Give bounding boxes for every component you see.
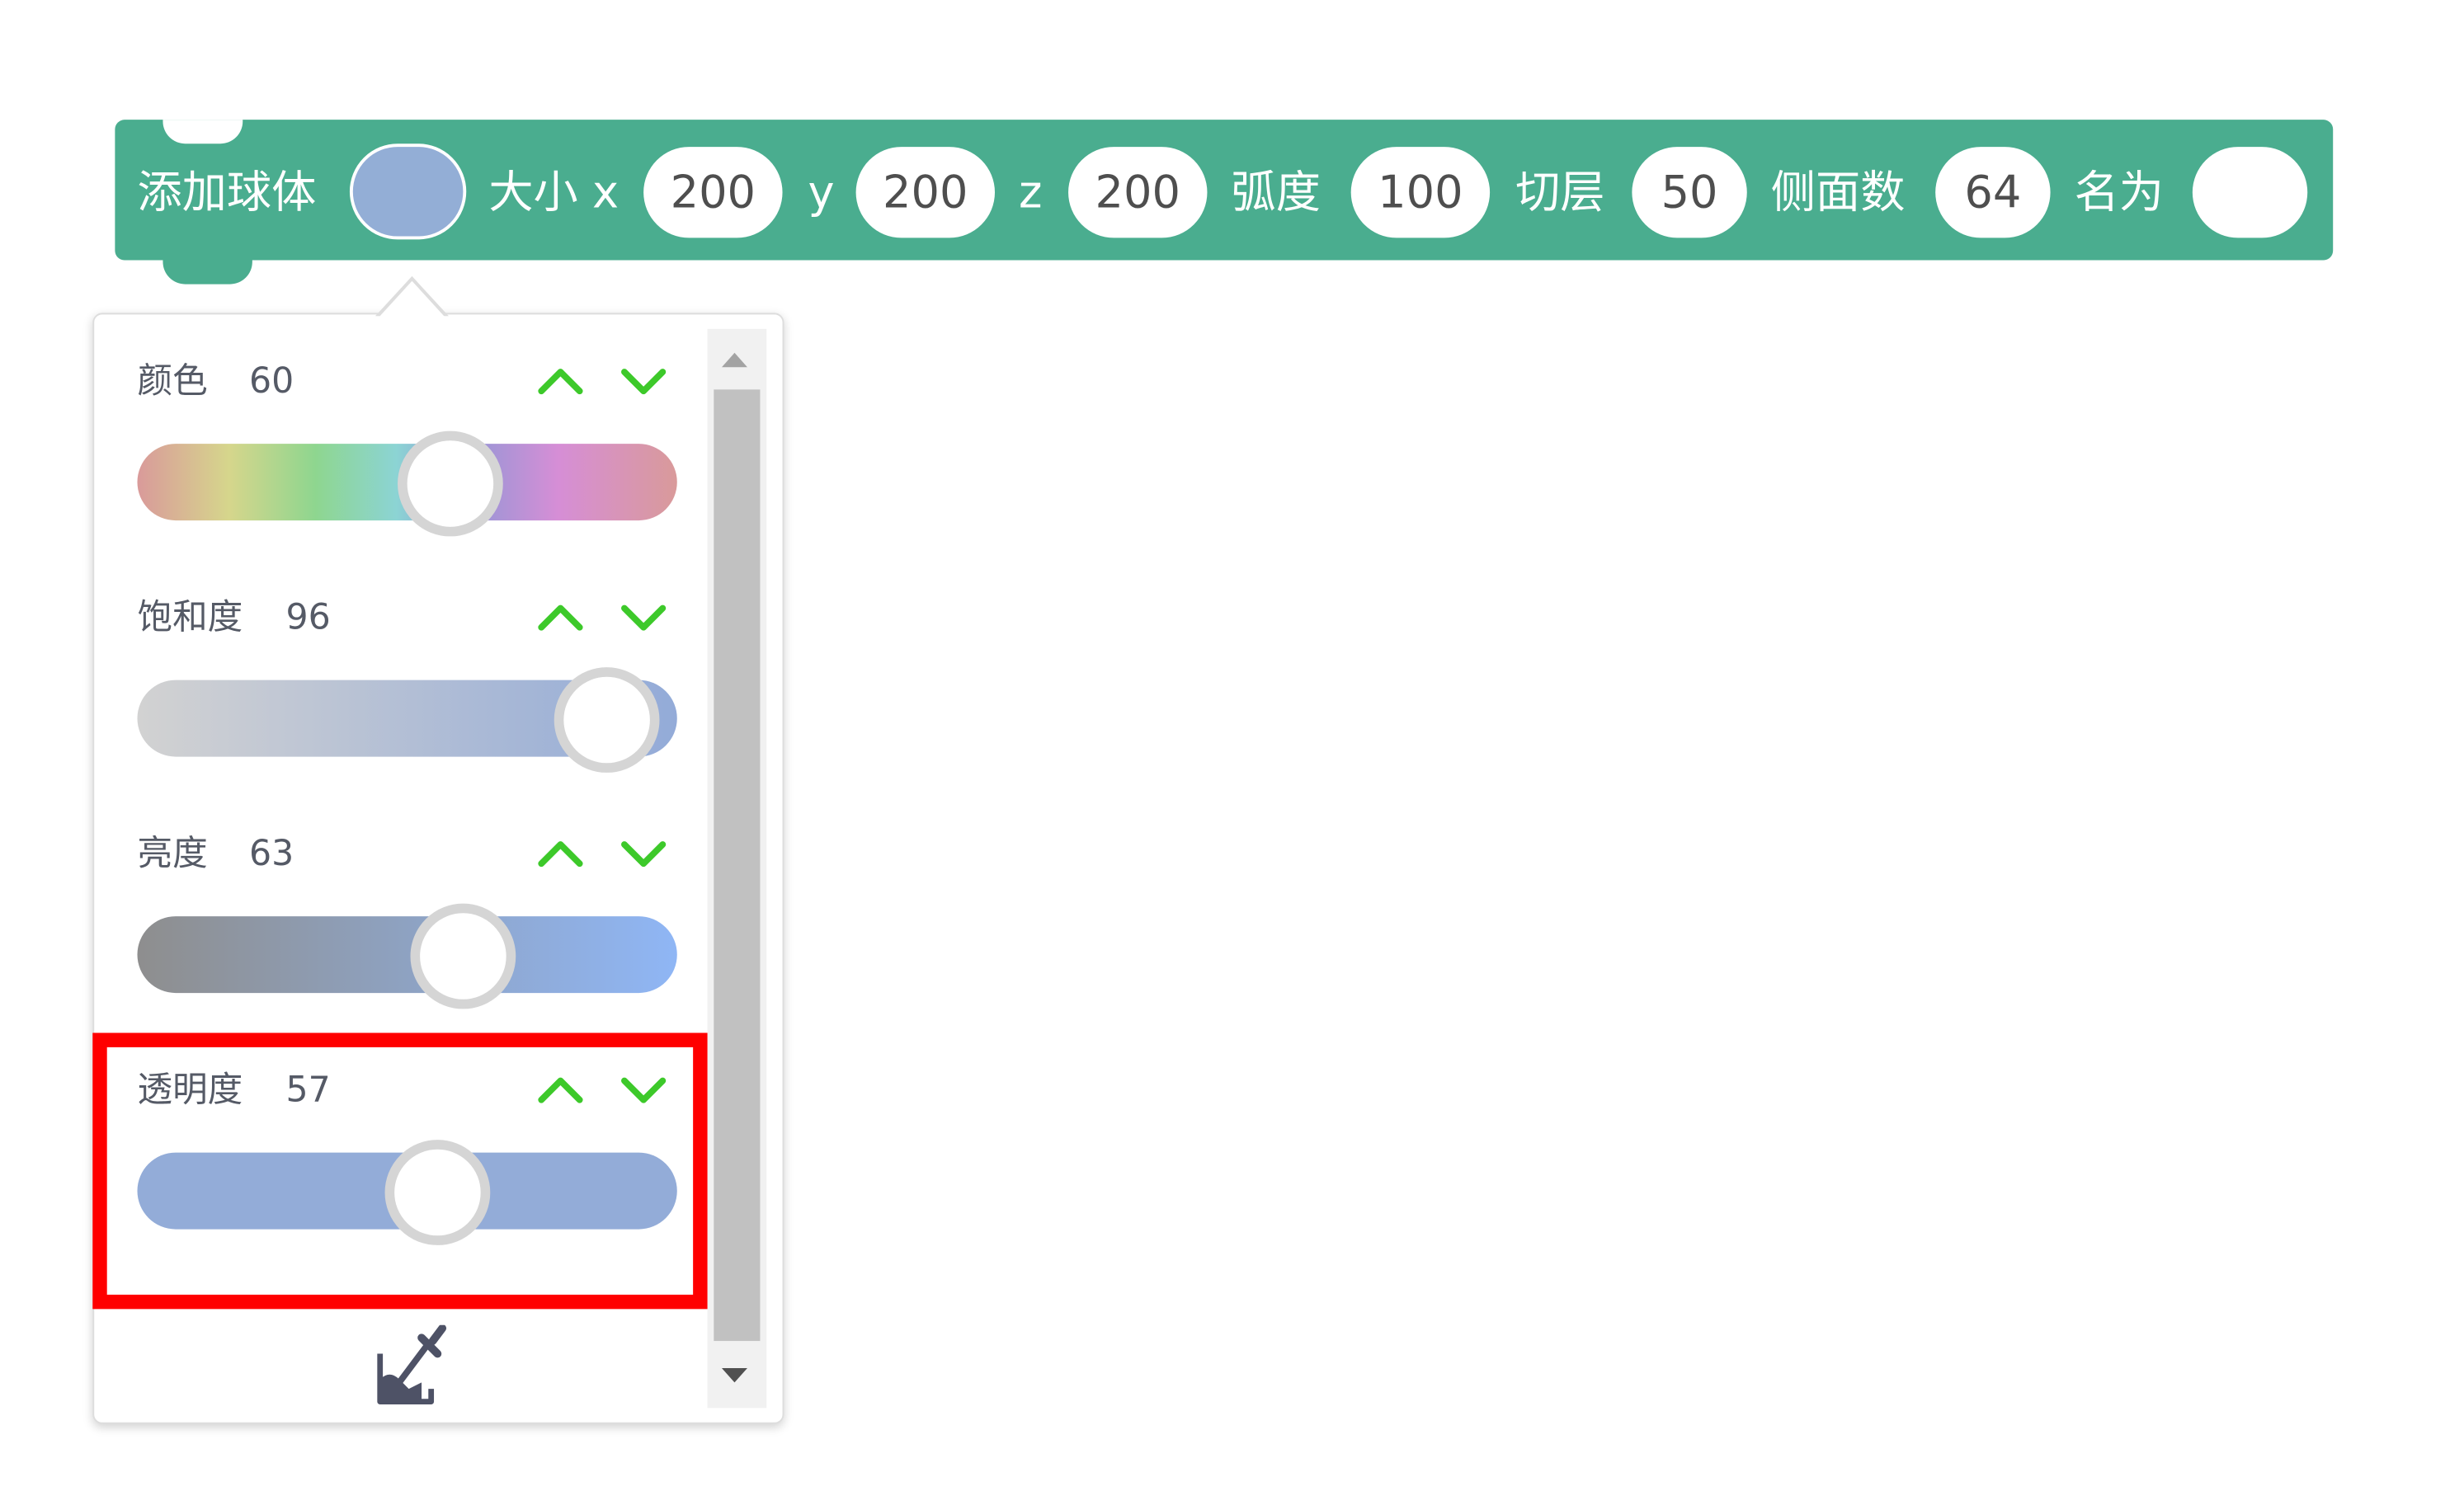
block-top-notch: [163, 120, 243, 144]
transparency-label: 透明度: [137, 1070, 243, 1112]
chevron-up-icon: [538, 604, 583, 631]
hue-label: 颜色: [137, 362, 208, 402]
popup-scrollbar-thumb[interactable]: [714, 389, 761, 1342]
z-label: z: [1019, 166, 1043, 219]
arc-input[interactable]: 100: [1350, 147, 1491, 238]
eyedropper-button[interactable]: [374, 1324, 450, 1409]
chevron-down-icon: [621, 841, 667, 868]
hue-slider-handle[interactable]: [398, 430, 504, 537]
transparency-up-button[interactable]: [535, 1071, 586, 1109]
hue-up-button[interactable]: [535, 362, 586, 400]
size-z-input[interactable]: 200: [1068, 147, 1208, 238]
chevron-down-icon: [621, 369, 667, 395]
hue-value: 60: [248, 362, 294, 402]
transparency-down-button[interactable]: [618, 1071, 669, 1109]
scroll-up-icon[interactable]: [721, 352, 747, 368]
scroll-down-icon[interactable]: [721, 1367, 747, 1383]
popup-caret-fill: [378, 280, 446, 318]
brightness-label: 亮度: [137, 835, 208, 875]
size-x-input[interactable]: 200: [643, 147, 783, 238]
color-swatch-input[interactable]: [349, 143, 467, 240]
size-x-label: 大小 x: [488, 166, 620, 219]
brightness-slider[interactable]: [137, 916, 677, 994]
chevron-down-icon: [621, 604, 667, 631]
brightness-down-button[interactable]: [618, 835, 669, 872]
saturation-slider-handle[interactable]: [554, 667, 660, 773]
name-input[interactable]: [2192, 147, 2308, 238]
chevron-up-icon: [538, 841, 583, 868]
transparency-value: 57: [285, 1070, 331, 1112]
brightness-value: 63: [248, 835, 294, 875]
chevron-up-icon: [538, 1077, 583, 1103]
hue-down-button[interactable]: [618, 362, 669, 400]
saturation-down-button[interactable]: [618, 599, 669, 637]
chevron-down-icon: [621, 1077, 667, 1103]
brightness-slider-handle[interactable]: [411, 903, 516, 1009]
eyedropper-icon: [377, 1324, 447, 1405]
saturation-value: 96: [285, 598, 331, 639]
saturation-label: 饱和度: [137, 598, 243, 639]
block-title: 添加球体: [137, 166, 317, 219]
y-label: y: [808, 166, 835, 219]
sides-label: 侧面数: [1770, 166, 1906, 219]
block-bottom-tab: [163, 260, 252, 285]
sides-input[interactable]: 64: [1935, 147, 2051, 238]
slice-input[interactable]: 50: [1632, 147, 1747, 238]
name-label: 名为: [2074, 166, 2165, 219]
transparency-slider-handle[interactable]: [384, 1140, 491, 1245]
size-y-input[interactable]: 200: [855, 147, 996, 238]
brightness-up-button[interactable]: [535, 835, 586, 872]
chevron-up-icon: [538, 369, 583, 395]
saturation-up-button[interactable]: [535, 599, 586, 637]
slice-label: 切层: [1515, 166, 1605, 219]
arc-label: 弧度: [1231, 166, 1321, 219]
